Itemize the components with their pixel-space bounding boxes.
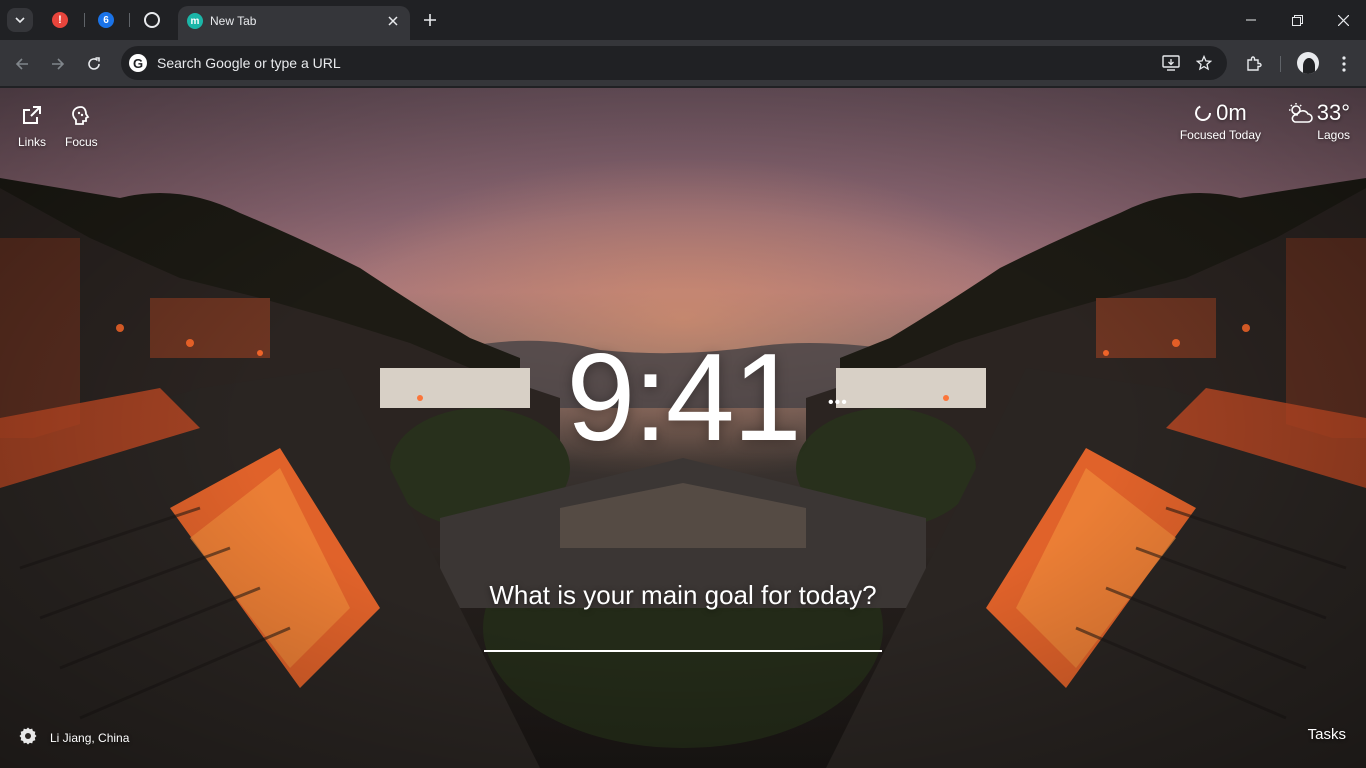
- forward-arrow-icon: [52, 58, 65, 70]
- address-bar[interactable]: G: [121, 46, 1227, 80]
- minimize-button[interactable]: [1228, 0, 1274, 40]
- address-input[interactable]: [157, 46, 1137, 80]
- focused-label: Focused Today: [1179, 128, 1261, 142]
- extensions-button[interactable]: [1240, 50, 1268, 78]
- temperature-value: 33°: [1316, 100, 1350, 125]
- new-tab-button[interactable]: [418, 8, 442, 32]
- close-icon: [388, 16, 398, 26]
- chrome-menu-button[interactable]: [1330, 50, 1358, 78]
- close-tab-button[interactable]: [384, 12, 402, 30]
- brain-icon: [72, 106, 90, 125]
- back-arrow-icon: [15, 58, 28, 70]
- close-icon: [1337, 14, 1349, 26]
- restore-button[interactable]: [1274, 0, 1320, 40]
- back-button[interactable]: [8, 50, 36, 78]
- bottom-left-bar: Li Jiang, China: [18, 726, 129, 749]
- minimize-icon: [1246, 19, 1256, 21]
- install-app-button[interactable]: [1161, 53, 1181, 73]
- clock-more-button[interactable]: •••: [828, 394, 848, 412]
- bookmark-star-button[interactable]: [1194, 53, 1214, 73]
- plus-icon: [424, 14, 436, 26]
- momentum-favicon-icon: m: [187, 13, 203, 29]
- clock-display: 9:41: [566, 329, 801, 467]
- links-label: Links: [18, 135, 47, 149]
- tab-new-tab[interactable]: m New Tab: [178, 6, 410, 40]
- main-goal-input[interactable]: [484, 622, 882, 652]
- external-link-icon: [23, 106, 41, 124]
- focus-timer-icon: [1195, 105, 1212, 121]
- tab-search-button[interactable]: [7, 8, 33, 32]
- tab-strip: ! 6 m New Tab: [0, 0, 1366, 40]
- weather-widget[interactable]: 33° Lagos: [1287, 100, 1350, 142]
- focus-label: Focus: [65, 135, 98, 149]
- restore-icon: [1291, 14, 1303, 26]
- chatgpt-favicon-icon: [144, 12, 160, 28]
- profile-avatar[interactable]: [1297, 52, 1319, 74]
- more-vertical-icon: [1342, 56, 1346, 72]
- puzzle-icon: [1247, 56, 1262, 71]
- pinned-tab-alert[interactable]: !: [38, 6, 82, 34]
- focus-widget[interactable]: Focus: [65, 104, 98, 149]
- toolbar-separator: [1280, 56, 1281, 72]
- momentum-dashboard: Links Focus 0m Focused Today 33° Lagos 9…: [0, 88, 1366, 768]
- pinned-tab-chatgpt[interactable]: [130, 6, 174, 34]
- pinned-tab-count[interactable]: 6: [84, 6, 128, 34]
- tasks-button[interactable]: Tasks: [1308, 726, 1346, 743]
- weather-city: Lagos: [1317, 128, 1350, 142]
- install-app-icon: [1162, 55, 1180, 71]
- alert-favicon-icon: !: [52, 12, 68, 28]
- links-widget[interactable]: Links: [18, 104, 46, 149]
- focused-today-widget[interactable]: 0m Focused Today: [1180, 100, 1261, 142]
- gear-icon: [19, 727, 37, 745]
- tab-title: New Tab: [210, 14, 257, 28]
- main-goal-question: What is your main goal for today?: [489, 580, 877, 610]
- count-favicon-icon: 6: [98, 12, 114, 28]
- photo-location[interactable]: Li Jiang, China: [50, 731, 129, 745]
- reload-button[interactable]: [80, 50, 108, 78]
- forward-button[interactable]: [44, 50, 72, 78]
- chevron-down-icon: [15, 17, 25, 24]
- settings-button[interactable]: [18, 726, 38, 749]
- google-icon: G: [129, 54, 147, 72]
- star-icon: [1196, 55, 1212, 71]
- partly-cloudy-icon: [1288, 103, 1313, 123]
- close-window-button[interactable]: [1320, 0, 1366, 40]
- browser-toolbar: G: [0, 40, 1366, 87]
- reload-icon: [88, 57, 100, 70]
- focused-value: 0m: [1216, 100, 1247, 125]
